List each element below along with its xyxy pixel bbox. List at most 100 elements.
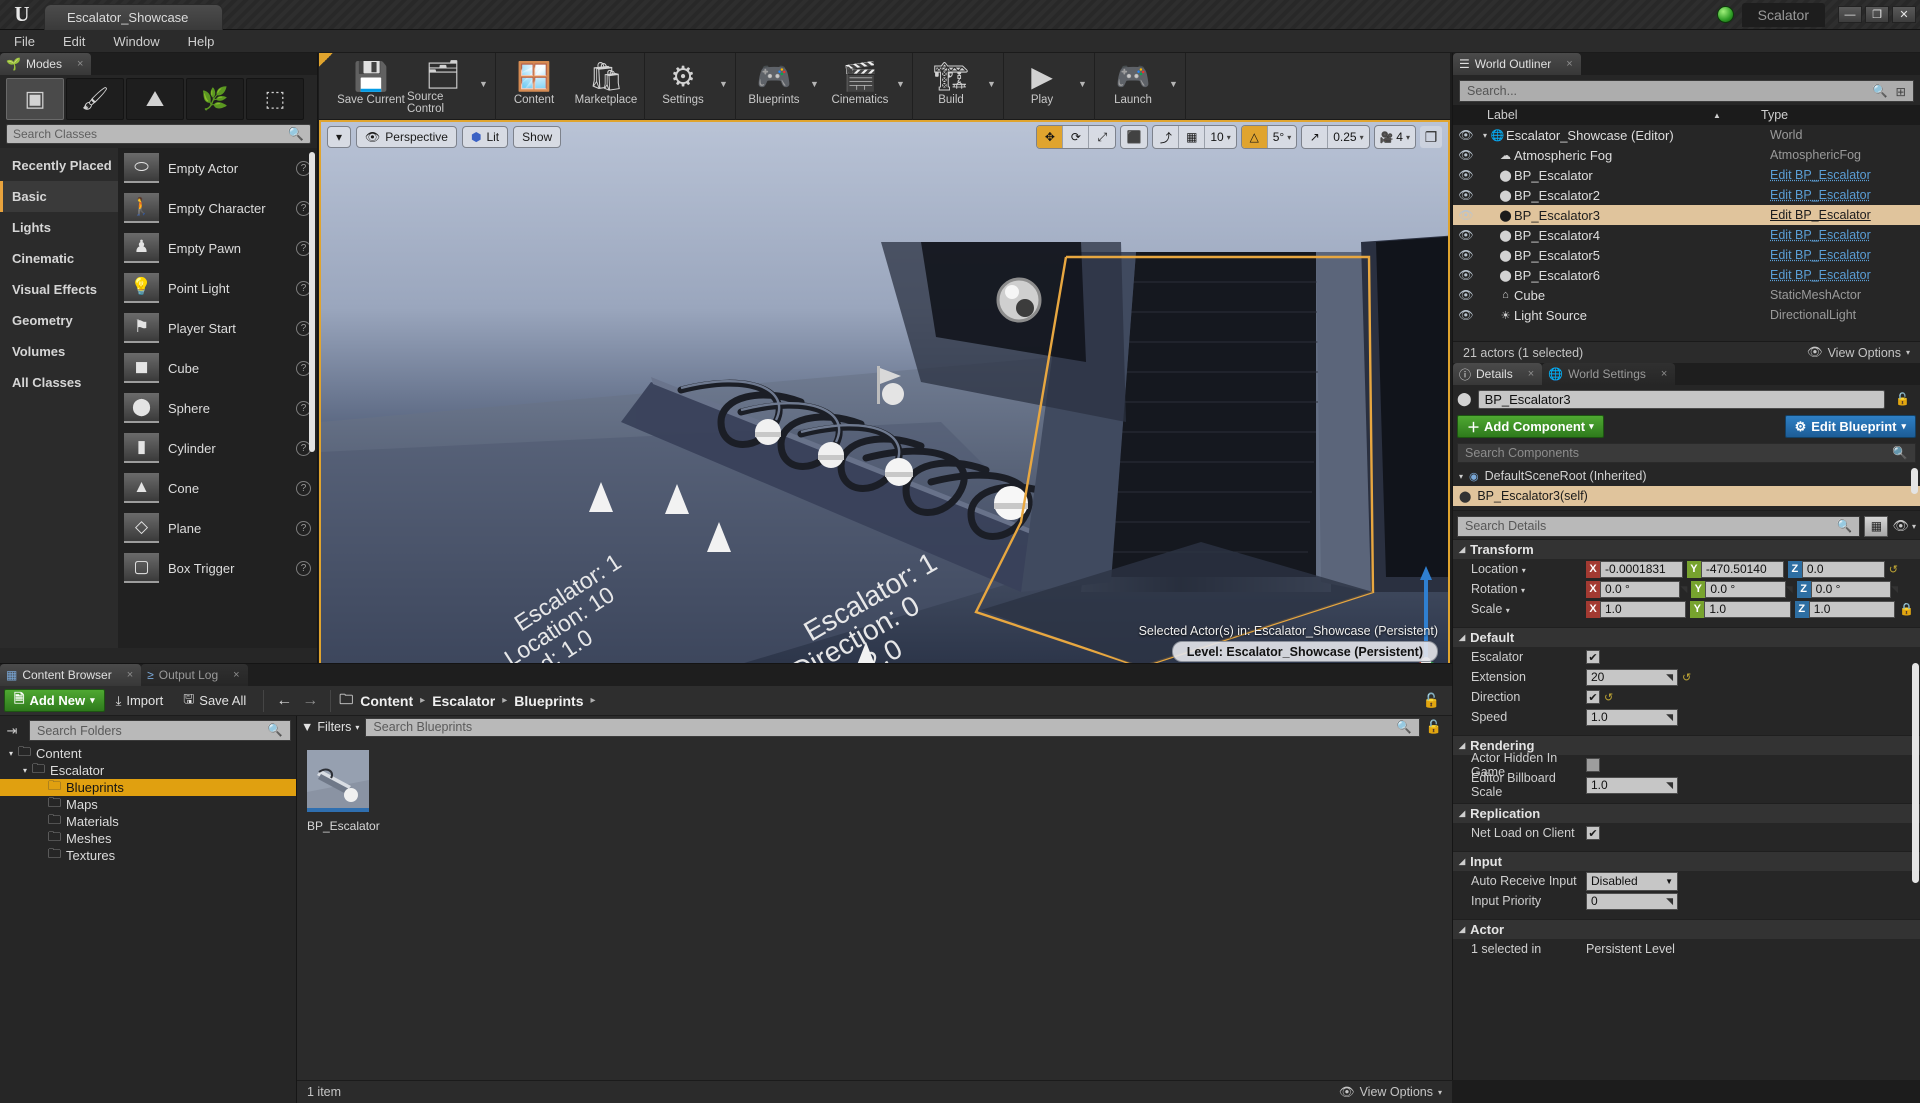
breadcrumb-blueprints[interactable]: Blueprints [514, 693, 583, 709]
import-button[interactable]: ⤓ Import [107, 689, 173, 712]
chevron-down-icon[interactable]: ▼ [479, 53, 493, 115]
property-number-input[interactable]: 20◥ [1586, 669, 1678, 686]
property-label[interactable]: Rotation ▾ [1453, 582, 1586, 596]
angle-size-dropdown[interactable]: 5° ▾ [1268, 126, 1297, 148]
axis-z-value[interactable]: 1.0 [1809, 601, 1895, 618]
toolbar-blueprints-button[interactable]: 🎮Blueprints [738, 53, 810, 115]
outliner-row[interactable]: 👁⬤BP_EscalatorEdit BP_Escalator [1453, 165, 1920, 185]
surface-snap-toggle[interactable]: ⤴ [1153, 126, 1179, 148]
close-icon[interactable]: × [233, 669, 239, 681]
spinner-icon[interactable]: ◥ [1680, 584, 1687, 595]
outliner-row[interactable]: 👁⬤BP_Escalator3Edit BP_Escalator [1453, 205, 1920, 225]
content-browser-lock-icon[interactable]: 🔓 [1423, 692, 1448, 709]
save-all-button[interactable]: 🖫 Save All [174, 689, 255, 712]
chevron-down-icon[interactable]: ▼ [1169, 53, 1183, 115]
axis-y[interactable]: Y0.0 °◥ [1691, 581, 1792, 598]
chevron-down-icon[interactable]: ▼ [719, 53, 733, 115]
folder-node-textures[interactable]: 🗀Textures [0, 847, 296, 864]
details-section-replication[interactable]: ◢Replication [1453, 803, 1920, 823]
tab-output-log[interactable]: ≥ Output Log × [141, 664, 247, 686]
outliner-row-type[interactable]: Edit BP_Escalator [1770, 268, 1920, 282]
component-row[interactable]: ▾◉DefaultSceneRoot (Inherited) [1453, 466, 1920, 486]
place-mode[interactable]: ▣ [6, 78, 64, 120]
placeable-empty-actor[interactable]: ⬭Empty Actor? [118, 148, 317, 188]
search-assets-input[interactable]: Search Blueprints 🔍 [365, 718, 1419, 737]
world-space-toggle[interactable]: ⬛ [1121, 126, 1147, 148]
outliner-row-type[interactable]: Edit BP_Escalator [1770, 188, 1920, 202]
outliner-column-label[interactable]: Label [1453, 108, 1725, 122]
menu-help[interactable]: Help [174, 30, 229, 53]
outliner-settings-icon[interactable]: ⊞ [1896, 84, 1906, 99]
details-section-default[interactable]: ◢Default [1453, 627, 1920, 647]
outliner-row[interactable]: 👁⬤BP_Escalator4Edit BP_Escalator [1453, 225, 1920, 245]
visibility-eye-icon[interactable]: 👁 [1453, 268, 1479, 282]
visibility-eye-icon[interactable]: 👁 [1453, 228, 1479, 242]
placeable-empty-character[interactable]: 🚶Empty Character? [118, 188, 317, 228]
spinner-icon[interactable]: ◥ [1786, 584, 1793, 595]
property-checkbox[interactable]: ✔ [1586, 650, 1600, 664]
help-icon[interactable]: ? [296, 561, 311, 576]
chevron-down-icon[interactable]: ▼ [1078, 53, 1092, 115]
chevron-down-icon[interactable]: ▼ [896, 53, 910, 115]
collapse-tree-icon[interactable]: ⇥ [0, 723, 24, 739]
edit-blueprint-button[interactable]: ⚙ Edit Blueprint ▾ [1785, 415, 1916, 438]
outliner-row[interactable]: 👁⬤BP_Escalator2Edit BP_Escalator [1453, 185, 1920, 205]
axis-z[interactable]: Z1.0 [1795, 601, 1895, 618]
axis-z[interactable]: Z0.0 [1788, 561, 1885, 578]
expander-icon[interactable]: ▾ [1459, 472, 1463, 481]
folder-node-meshes[interactable]: 🗀Meshes [0, 830, 296, 847]
chevron-down-icon[interactable]: ▾ [1522, 566, 1526, 575]
category-volumes[interactable]: Volumes [0, 336, 118, 367]
viewport-options-menu[interactable]: ▾ [327, 126, 351, 148]
close-icon[interactable]: × [1661, 368, 1667, 380]
reset-to-default-icon[interactable]: ↺ [1604, 691, 1613, 704]
category-all-classes[interactable]: All Classes [0, 367, 118, 398]
camera-speed-dropdown[interactable]: 🎥 4 ▾ [1375, 126, 1415, 148]
view-mode-lit[interactable]: ⬢ Lit [462, 126, 508, 148]
project-tab[interactable]: Escalator_Showcase [44, 4, 223, 30]
outliner-column-type[interactable]: Type [1721, 108, 1788, 122]
scale-size-dropdown[interactable]: 0.25 ▾ [1328, 126, 1368, 148]
category-recently-placed[interactable]: Recently Placed [0, 150, 118, 181]
toolbar-content-button[interactable]: 🪟Content [498, 53, 570, 115]
visibility-eye-icon[interactable]: 👁 [1453, 148, 1479, 162]
rotate-tool[interactable]: ⟳ [1063, 126, 1089, 148]
outliner-row-type[interactable]: Edit BP_Escalator [1770, 168, 1920, 182]
visibility-eye-icon[interactable]: 👁 [1453, 248, 1479, 262]
spinner-icon[interactable]: ◥ [1666, 712, 1673, 723]
restore-button[interactable]: ❐ [1865, 6, 1889, 23]
menu-window[interactable]: Window [99, 30, 173, 53]
property-number-input[interactable]: 1.0◥ [1586, 777, 1678, 794]
component-row[interactable]: ⬤BP_Escalator3(self) [1453, 486, 1920, 506]
close-icon[interactable]: × [1528, 368, 1534, 380]
asset-view-lock-icon[interactable]: 🔓 [1426, 719, 1448, 735]
help-icon[interactable]: ? [296, 481, 311, 496]
scale-tool[interactable]: ⤢ [1089, 126, 1115, 148]
property-checkbox[interactable] [1586, 758, 1600, 772]
outliner-row[interactable]: 👁⬤BP_Escalator5Edit BP_Escalator [1453, 245, 1920, 265]
visibility-eye-icon[interactable]: 👁 [1453, 168, 1479, 182]
component-list-scrollbar[interactable] [1911, 468, 1918, 494]
close-icon[interactable]: × [127, 669, 133, 681]
visibility-eye-icon[interactable]: 👁 [1453, 128, 1479, 142]
actor-name-input[interactable] [1478, 390, 1885, 409]
toolbar-cinematics-button[interactable]: 🎬Cinematics [824, 53, 896, 115]
axis-y[interactable]: Y-470.50140 [1687, 561, 1784, 578]
class-list-scrollbar[interactable] [309, 152, 315, 452]
search-folders-input[interactable]: Search Folders 🔍 [29, 720, 291, 741]
property-number-input[interactable]: 0◥ [1586, 893, 1678, 910]
outliner-view-options-button[interactable]: 👁 View Options ▾ [1807, 345, 1910, 360]
search-components-input[interactable]: Search Components 🔍 [1457, 443, 1916, 463]
add-component-button[interactable]: ＋ Add Component ▾ [1457, 415, 1604, 438]
toolbar-save-current-button[interactable]: 💾Save Current [335, 53, 407, 115]
toolbar-launch-button[interactable]: 🎮Launch [1097, 53, 1169, 115]
axis-x-value[interactable]: 1.0 [1600, 601, 1686, 618]
account-name-label[interactable]: Scalator [1742, 3, 1825, 27]
chevron-down-icon[interactable]: ▾ [1521, 586, 1525, 595]
category-geometry[interactable]: Geometry [0, 305, 118, 336]
close-button[interactable]: ✕ [1892, 6, 1916, 23]
search-classes-input[interactable]: Search Classes 🔍 [6, 124, 311, 144]
property-checkbox[interactable]: ✔ [1586, 690, 1600, 704]
grid-size-dropdown[interactable]: 10 ▾ [1205, 126, 1235, 148]
tab-modes[interactable]: 🌱 Modes × [0, 53, 91, 75]
